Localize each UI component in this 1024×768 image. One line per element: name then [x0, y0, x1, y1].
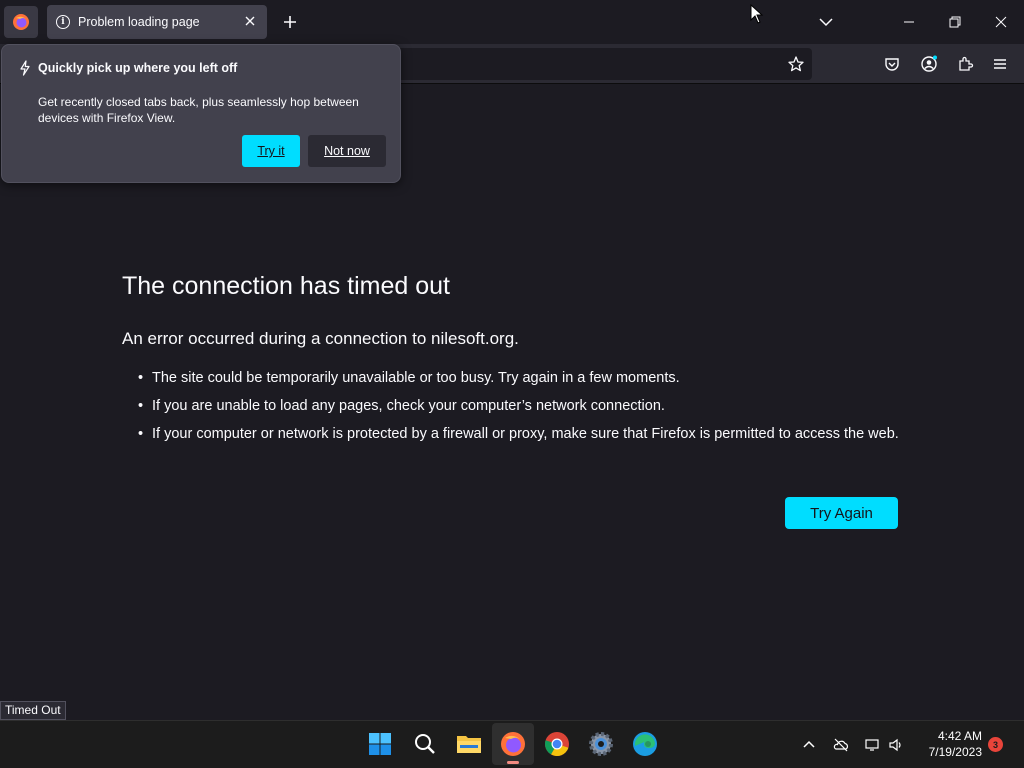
- list-item: If your computer or network is protected…: [138, 424, 902, 444]
- firefox-view-button[interactable]: [4, 6, 38, 38]
- try-again-button[interactable]: Try Again: [785, 497, 898, 529]
- volume-icon[interactable]: [888, 737, 904, 753]
- chevron-up-icon[interactable]: [801, 737, 817, 753]
- account-icon[interactable]: [920, 55, 938, 73]
- windows-logo-icon: [369, 733, 391, 755]
- callout-header: Quickly pick up where you left off: [18, 60, 237, 76]
- hamburger-menu-icon[interactable]: [991, 55, 1009, 73]
- taskbar-file-explorer[interactable]: [456, 731, 482, 757]
- start-button[interactable]: [367, 731, 393, 757]
- mouse-cursor-icon: [750, 4, 764, 24]
- folder-icon: [457, 736, 481, 753]
- restore-icon[interactable]: [947, 14, 963, 30]
- info-icon: i: [56, 15, 70, 29]
- list-item: If you are unable to load any pages, che…: [138, 396, 902, 416]
- taskbar-firefox[interactable]: [500, 731, 526, 757]
- list-all-tabs-icon[interactable]: [818, 14, 834, 30]
- extensions-icon[interactable]: [956, 55, 974, 73]
- gear-icon: [589, 732, 613, 756]
- edge-icon: [633, 732, 657, 756]
- callout-body: Get recently closed tabs back, plus seam…: [38, 95, 359, 125]
- firefox-logo-icon: [13, 14, 29, 30]
- taskbar-active-indicator: [507, 761, 519, 764]
- firefox-view-feature-callout: Quickly pick up where you left off Get r…: [1, 44, 401, 183]
- minimize-icon[interactable]: [901, 14, 917, 30]
- taskbar-chrome[interactable]: [544, 731, 570, 757]
- close-tab-icon[interactable]: [243, 14, 257, 28]
- close-window-icon[interactable]: [993, 14, 1009, 30]
- not-now-button[interactable]: Not now: [308, 135, 386, 167]
- clock-date: 7/19/2023: [928, 745, 982, 759]
- clock-time: 4:42 AM: [937, 729, 982, 743]
- error-suggestions-list: The site could be temporarily unavailabl…: [138, 368, 902, 452]
- callout-title: Quickly pick up where you left off: [38, 61, 238, 75]
- new-tab-icon[interactable]: [281, 13, 299, 31]
- taskbar-settings[interactable]: [588, 731, 614, 757]
- bookmark-star-icon[interactable]: [787, 55, 805, 73]
- taskbar-edge[interactable]: [632, 731, 658, 757]
- taskbar-search-button[interactable]: [412, 731, 438, 757]
- chrome-icon: [545, 732, 569, 756]
- firefox-icon: [501, 732, 525, 756]
- pocket-icon[interactable]: [883, 55, 901, 73]
- page-title: The connection has timed out: [122, 272, 450, 300]
- network-icon[interactable]: [864, 737, 880, 753]
- windows-taskbar: 4:42 AM 7/19/2023 3: [0, 720, 1024, 768]
- onedrive-offline-icon[interactable]: [833, 737, 849, 753]
- tab-problem-loading[interactable]: i Problem loading page: [47, 5, 267, 39]
- tab-title: Problem loading page: [78, 15, 200, 29]
- lightning-icon: [20, 60, 30, 76]
- status-bar: Timed Out: [0, 701, 66, 720]
- list-item: The site could be temporarily unavailabl…: [138, 368, 902, 388]
- try-it-button[interactable]: Try it: [242, 135, 300, 167]
- notification-badge[interactable]: 3: [988, 737, 1003, 752]
- system-clock[interactable]: 4:42 AM 7/19/2023: [912, 728, 982, 760]
- url-bar[interactable]: [372, 48, 812, 80]
- search-icon: [415, 734, 435, 754]
- error-subtitle: An error occurred during a connection to…: [122, 329, 519, 348]
- tab-strip: i Problem loading page: [0, 0, 1024, 44]
